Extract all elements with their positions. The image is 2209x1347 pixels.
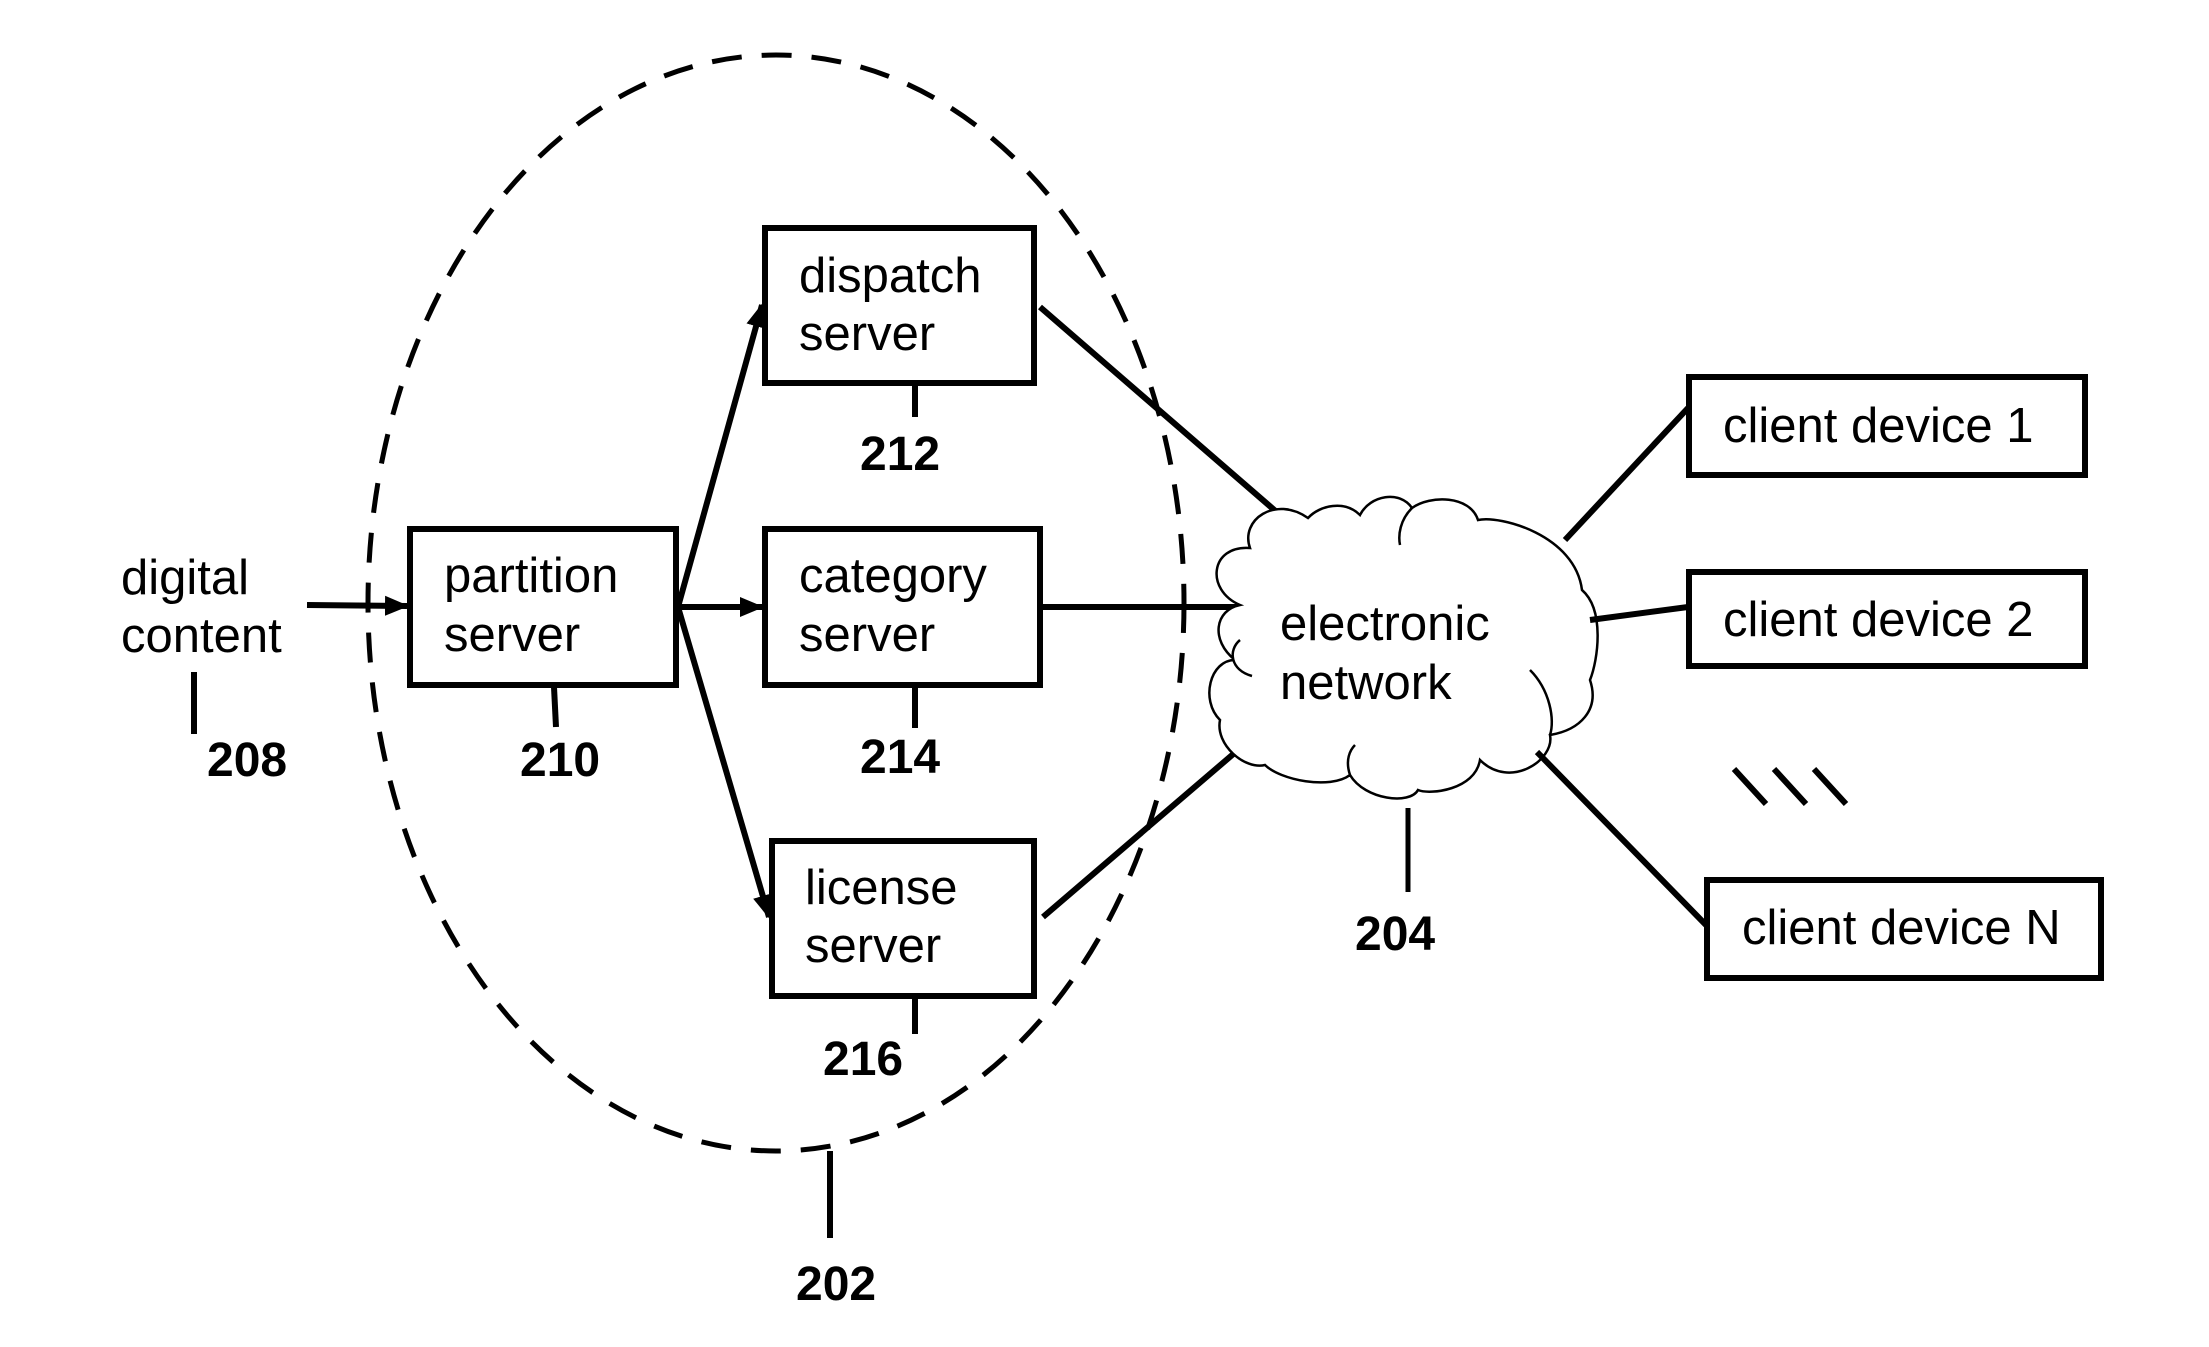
link-network-client1 [1562,405,1691,543]
client-device-N-label: client device N [1742,901,2061,955]
client-device-2-label: client device 2 [1723,593,2034,647]
arrow-to-license [675,606,773,919]
category-server-line2: server [799,608,935,662]
link-network-client2 [1589,604,1689,623]
license-server-line1: license [805,861,958,915]
ref-204: 204 [1355,908,1435,961]
network-label-line2: network [1280,656,1452,710]
category-server-line1: category [799,549,987,603]
input-label-line1: digital [121,551,249,605]
system-diagram: 202 digital content 208 partition server… [121,52,2104,1311]
client-device-1-label: client device 1 [1723,399,2034,453]
more-devices-ellipsis-icon [1731,766,1849,807]
leader-210 [551,686,559,728]
arrow-to-dispatch [675,303,766,608]
partition-server-line2: server [444,608,580,662]
dispatch-server-line1: dispatch [799,249,982,303]
partition-server-line1: partition [444,549,618,603]
input-label-line2: content [121,609,282,663]
link-license-network [1041,747,1240,920]
ref-214: 214 [860,731,940,784]
ref-216: 216 [823,1033,903,1086]
input-arrow [306,595,409,616]
dispatch-server-line2: server [799,307,935,361]
ref-212: 212 [860,428,940,481]
link-network-clientN [1534,749,1709,928]
license-server-line2: server [805,919,941,973]
ref-202: 202 [796,1258,876,1311]
link-dispatch-network [1038,304,1304,537]
ref-210: 210 [520,734,600,787]
network-label-line1: electronic [1280,597,1490,651]
ref-208: 208 [207,734,287,787]
